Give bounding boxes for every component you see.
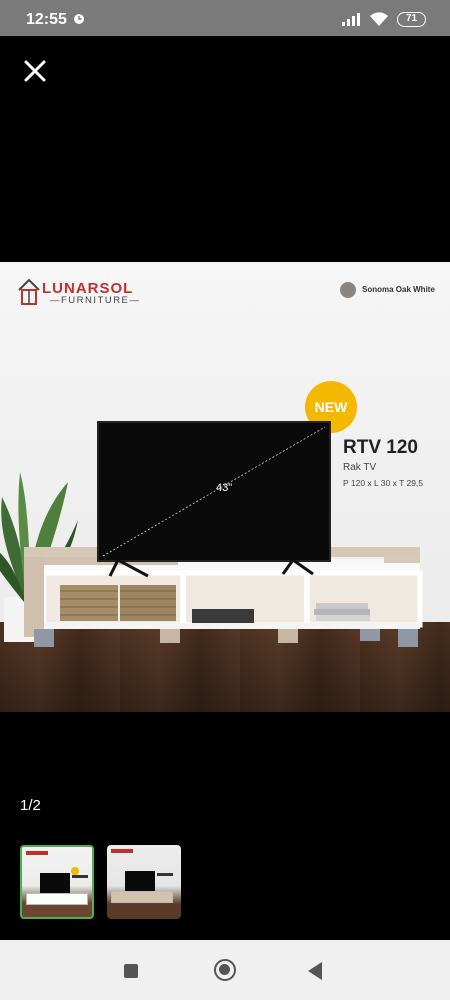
model-dimensions: P 120 x L 30 x T 29,5 (343, 478, 424, 488)
close-icon[interactable] (22, 58, 48, 84)
brand-subtitle: —FURNITURE— (50, 295, 141, 306)
status-time: 12:55 (26, 11, 67, 28)
thumb-badge (71, 867, 79, 875)
thumbnail-1[interactable] (20, 845, 94, 919)
alarm-icon (74, 14, 84, 24)
image-viewer-screen: 12:55 71 LUNARSOL —FURNITURE— Sonoma Oak… (0, 0, 450, 1000)
thumb-cabinet (26, 893, 88, 905)
brand-sub-text: FURNITURE (61, 295, 130, 306)
signal-icon (342, 13, 360, 26)
thumb-logo (26, 851, 48, 855)
tv-stand-feet (108, 560, 314, 578)
thumb-tv (125, 871, 155, 891)
thumb-text (72, 875, 88, 878)
wifi-icon (370, 12, 388, 26)
model-type: Rak TV (343, 462, 377, 473)
status-bar: 12:55 71 (0, 0, 450, 36)
color-swatch (340, 282, 356, 298)
thumb-text (157, 873, 173, 876)
product-image[interactable]: LUNARSOL —FURNITURE— Sonoma Oak White NE… (0, 262, 450, 712)
page-indicator: 1/2 (20, 797, 41, 814)
model-name: RTV 120 (343, 437, 418, 458)
battery-icon: 71 (397, 12, 426, 27)
back-triangle-icon[interactable] (308, 962, 322, 980)
tv-illustration (97, 421, 331, 562)
home-circle-icon[interactable] (214, 959, 236, 981)
battery-level: 71 (405, 13, 418, 24)
thumbnail-2[interactable] (107, 845, 181, 919)
system-nav-bar (0, 940, 450, 1000)
recents-square-icon[interactable] (124, 964, 138, 978)
thumb-logo (111, 849, 133, 853)
thumb-cabinet (111, 891, 173, 903)
tv-size-label: 43" (216, 482, 233, 494)
color-variant-label: Sonoma Oak White (362, 285, 435, 294)
tv-diagonal-line (102, 426, 326, 557)
thumb-tv (40, 873, 70, 893)
